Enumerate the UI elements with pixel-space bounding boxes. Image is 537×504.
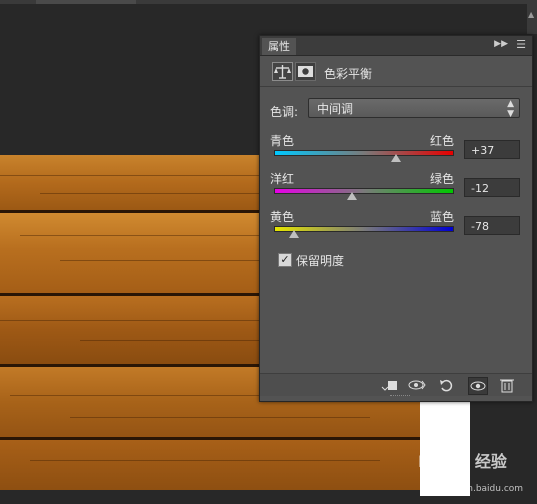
reset-icon[interactable]: [438, 377, 456, 393]
clip-to-layer-icon[interactable]: [380, 377, 398, 393]
slider-right-label: 红色: [430, 134, 455, 148]
collapse-panel-icon[interactable]: ▶▶: [494, 39, 508, 49]
slider-thumb[interactable]: [390, 154, 401, 162]
panel-tabbar: 属性 ▶▶ ☰: [260, 36, 532, 56]
view-previous-state-icon[interactable]: [408, 377, 426, 393]
slider-thumb[interactable]: [347, 192, 358, 200]
slider-right-label: 绿色: [430, 172, 455, 186]
scroll-up-icon[interactable]: ▲: [528, 10, 534, 19]
preserve-luminosity-label: 保留明度: [296, 254, 345, 268]
window-scrollbar[interactable]: ▲: [527, 4, 537, 34]
select-arrows-icon: ▲ ▼: [507, 99, 514, 119]
adjustment-title: 色彩平衡: [324, 67, 373, 81]
delete-icon[interactable]: [498, 377, 516, 393]
slider-right-label: 蓝色: [430, 210, 455, 224]
watermark: Baidu 经验: [418, 452, 507, 471]
color-slider-track[interactable]: [274, 150, 454, 156]
slider-left-label: 青色: [270, 134, 295, 148]
slider-left-label: 黄色: [270, 210, 295, 224]
preserve-luminosity-checkbox[interactable]: ✓: [278, 253, 292, 267]
color-slider-track[interactable]: [274, 226, 454, 232]
tone-label: 色调:: [270, 105, 299, 119]
adjustment-header: 色彩平衡: [260, 56, 532, 87]
properties-panel: 属性 ▶▶ ☰ 色彩平衡 色调: 中间调 ▲ ▼ 青色 红色 +37 洋红 绿色 -12 黄色…: [259, 35, 533, 402]
layer-mask-icon[interactable]: [295, 62, 316, 81]
slider-thumb[interactable]: [288, 230, 299, 238]
slider-value-field[interactable]: +37: [464, 140, 520, 159]
color-slider-track[interactable]: [274, 188, 454, 194]
color-balance-icon[interactable]: [272, 62, 293, 81]
slider-value-field[interactable]: -12: [464, 178, 520, 197]
toggle-visibility-icon[interactable]: [468, 377, 488, 395]
tab-properties[interactable]: 属性: [262, 38, 296, 55]
tone-select-value: 中间调: [317, 102, 354, 116]
canvas-background: [420, 396, 470, 496]
slider-value-field[interactable]: -78: [464, 216, 520, 235]
panel-footer: [260, 373, 532, 396]
watermark-url: jingyan.baidu.com: [440, 484, 524, 494]
panel-menu-icon[interactable]: ☰: [516, 38, 526, 51]
slider-left-label: 洋红: [270, 172, 295, 186]
top-strip: [0, 0, 537, 4]
resize-grip[interactable]: [390, 395, 410, 399]
tone-select[interactable]: 中间调 ▲ ▼: [308, 98, 520, 119]
